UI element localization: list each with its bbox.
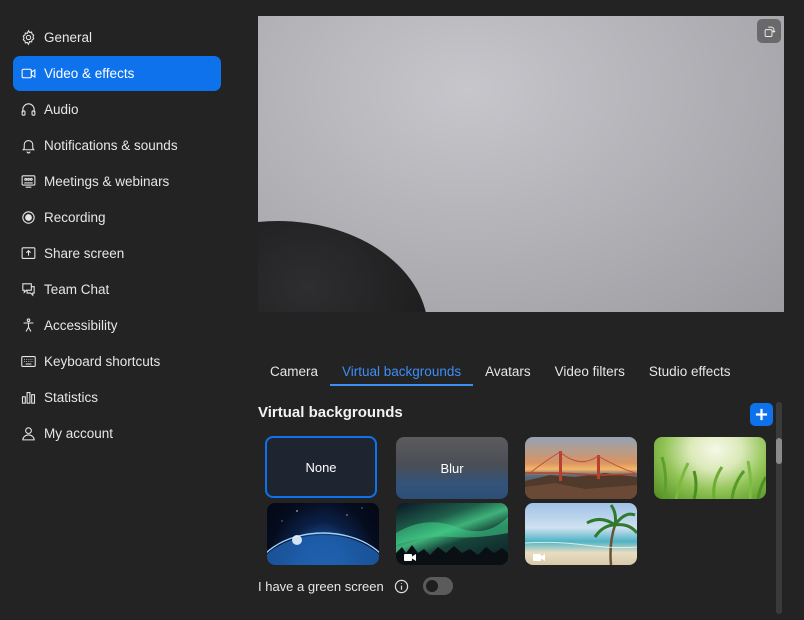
gear-icon: [18, 28, 38, 48]
settings-tabs: Camera Virtual backgrounds Avatars Video…: [258, 356, 742, 386]
rotate-camera-button[interactable]: [757, 19, 781, 43]
video-camera-icon: [18, 64, 38, 84]
section-title: Virtual backgrounds: [258, 404, 403, 421]
sidebar-item-video-effects[interactable]: Video & effects: [13, 56, 221, 91]
scrollbar-thumb[interactable]: [776, 438, 782, 464]
sidebar-item-label: My account: [44, 426, 114, 441]
sidebar-item-team-chat[interactable]: Team Chat: [13, 272, 221, 307]
bell-icon: [18, 136, 38, 156]
sidebar-item-label: Statistics: [44, 390, 99, 405]
sidebar-item-accessibility[interactable]: Accessibility: [13, 308, 221, 343]
tab-avatars[interactable]: Avatars: [473, 356, 543, 386]
green-screen-label: I have a green screen: [258, 578, 384, 594]
green-screen-row: I have a green screen: [258, 577, 409, 595]
bar-chart-icon: [18, 388, 38, 408]
sidebar-item-label: Keyboard shortcuts: [44, 354, 161, 369]
sidebar-item-label: Share screen: [44, 246, 125, 261]
accessibility-icon: [18, 316, 38, 336]
sidebar-item-share-screen[interactable]: Share screen: [13, 236, 221, 271]
sidebar-item-audio[interactable]: Audio: [13, 92, 221, 127]
camera-preview: [258, 16, 784, 312]
background-beach[interactable]: [525, 503, 637, 565]
headphones-icon: [18, 100, 38, 120]
sidebar-item-label: Audio: [44, 102, 79, 117]
record-icon: [18, 208, 38, 228]
tab-camera[interactable]: Camera: [258, 356, 330, 386]
sidebar-item-label: Notifications & sounds: [44, 138, 178, 153]
sidebar-item-notifications[interactable]: Notifications & sounds: [13, 128, 221, 163]
sidebar-item-statistics[interactable]: Statistics: [13, 380, 221, 415]
rotate-icon: [764, 26, 775, 37]
plus-icon: [755, 408, 768, 421]
background-earth[interactable]: [267, 503, 379, 565]
tab-video-filters[interactable]: Video filters: [543, 356, 637, 386]
keyboard-icon: [18, 352, 38, 372]
sidebar-item-label: General: [44, 30, 93, 45]
background-blur[interactable]: Blur: [396, 437, 508, 499]
sidebar-item-label: Meetings & webinars: [44, 174, 170, 189]
scrollbar-track[interactable]: [776, 402, 782, 614]
user-icon: [18, 424, 38, 444]
background-blur-label: Blur: [440, 460, 464, 476]
sidebar-item-general[interactable]: General: [13, 20, 221, 55]
earth-image: [267, 507, 379, 565]
video-background-icon: [533, 550, 545, 561]
sidebar-item-keyboard-shortcuts[interactable]: Keyboard shortcuts: [13, 344, 221, 379]
share-screen-icon: [18, 244, 38, 264]
sidebar-item-label: Video & effects: [44, 66, 135, 81]
toggle-knob: [426, 580, 438, 592]
background-aurora[interactable]: [396, 503, 508, 565]
info-icon[interactable]: [394, 579, 409, 594]
sidebar-item-label: Team Chat: [44, 282, 110, 297]
background-golden-gate-bridge[interactable]: [525, 437, 637, 499]
background-none-label: None: [305, 459, 337, 475]
sidebar: General Video & effects Audio Notificati…: [0, 0, 236, 620]
sidebar-item-label: Accessibility: [44, 318, 118, 333]
settings-window: General Video & effects Audio Notificati…: [0, 0, 804, 620]
chat-icon: [18, 280, 38, 300]
grass-image: [660, 456, 766, 499]
bridge-image: [525, 451, 637, 499]
tab-studio-effects[interactable]: Studio effects: [637, 356, 743, 386]
tab-virtual-backgrounds[interactable]: Virtual backgrounds: [330, 356, 474, 386]
sidebar-item-label: Recording: [44, 210, 106, 225]
preview-dark-object: [258, 221, 428, 312]
add-background-button[interactable]: [750, 403, 773, 426]
sidebar-item-meetings[interactable]: Meetings & webinars: [13, 164, 221, 199]
meetings-icon: [18, 172, 38, 192]
sidebar-item-my-account[interactable]: My account: [13, 416, 221, 451]
green-screen-toggle[interactable]: [423, 577, 453, 595]
sidebar-item-recording[interactable]: Recording: [13, 200, 221, 235]
background-grass[interactable]: [654, 437, 766, 499]
video-background-icon: [404, 550, 416, 561]
background-none[interactable]: None: [265, 436, 377, 498]
